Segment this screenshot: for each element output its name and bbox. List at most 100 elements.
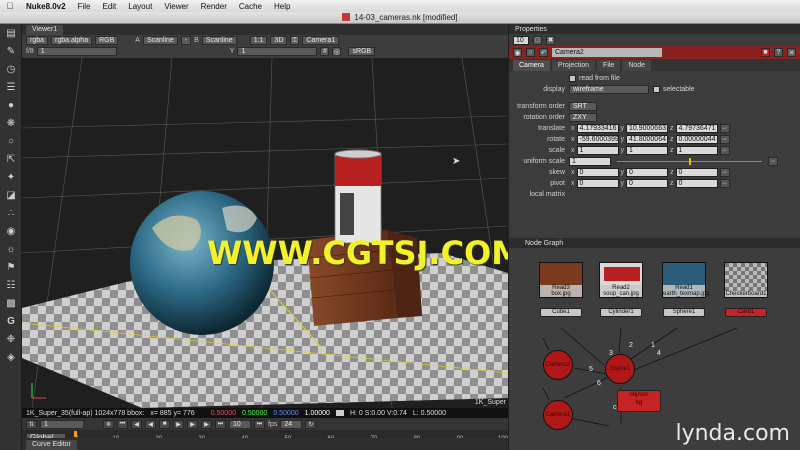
display-dropdown[interactable]: wireframe [569,85,649,94]
node-color-icon[interactable]: ■ [761,48,770,57]
camera-dropdown[interactable]: Camera1 [302,36,340,45]
apple-icon[interactable]:  [0,1,20,11]
snowflake-icon[interactable]: ❄ [103,419,114,429]
last-frame-icon[interactable]: ⏭ [215,419,226,429]
skew-z-field[interactable]: 0 [675,168,718,177]
viewer-3d-viewport[interactable]: WWW.CGTSJ.COM 1K_Super ➤ [22,58,508,408]
local-matrix-label[interactable]: local matrix [509,191,569,198]
scale-x-field[interactable]: 1 [576,146,619,155]
prev-keyframe-icon[interactable]: ◀ [131,419,142,429]
rotate-y-field[interactable]: 41.8000064 [626,135,668,144]
read1-thumbnail[interactable]: Read1 earth_texmap.jpg [662,262,709,298]
filter-tool-icon[interactable]: ❋ [0,114,22,132]
channel-tool-icon[interactable]: ☰ [0,78,22,96]
sphere1-node[interactable]: Sphere1 [663,308,705,317]
rotate-z-field[interactable]: 0.00000044 [675,135,718,144]
transform-tool-icon[interactable]: ✦ [0,168,22,186]
menu-help[interactable]: Help [268,2,296,11]
grid-icon[interactable]: # [320,47,330,56]
menu-edit[interactable]: Edit [96,2,122,11]
cube1-node[interactable]: Cube1 [540,308,582,317]
app-menu[interactable]: Nuke8.0v2 [20,2,72,11]
zoom-dropdown[interactable]: 1:1 [249,36,268,45]
first-frame-icon[interactable]: ⏮ [117,419,128,429]
frame-step-icon[interactable]: ⇅ [26,419,37,429]
viewer-toggle-icon[interactable]: ◉ [513,48,522,57]
menu-layout[interactable]: Layout [122,2,158,11]
alpha-dropdown[interactable]: rgba.alpha [51,36,93,45]
play-backward-icon[interactable]: ◀ [145,419,156,429]
menu-cache[interactable]: Cache [233,2,268,11]
next-frame-icon[interactable]: ▶ [187,419,198,429]
skew-x-field[interactable]: 0 [576,168,619,177]
draw-tool-icon[interactable]: ✎ [0,42,22,60]
card1-node[interactable]: Card1 [725,308,767,317]
transform-order-dropdown[interactable]: SRT [569,102,597,111]
uniform-scale-animation-icon[interactable]: ∽ [768,157,778,166]
tab-curve-editor[interactable]: Curve Editor [26,440,77,450]
selectable-checkbox[interactable] [653,86,660,93]
fps-field[interactable]: 24 [280,419,303,429]
help-icon[interactable]: ? [774,48,783,57]
translate-x-field[interactable]: 4.17933416 [576,124,619,133]
skew-y-field[interactable]: 0 [626,168,668,177]
pivot-y-field[interactable]: 0 [626,179,668,188]
translate-y-field[interactable]: 10.9000663 [626,124,668,133]
views-tool-icon[interactable]: ☼ [0,240,22,258]
uniform-scale-field[interactable]: 1 [569,157,611,166]
particles-tool-icon[interactable]: ∴ [0,204,22,222]
read-from-file-checkbox[interactable] [569,75,576,82]
play-forward-icon[interactable]: ▶ [173,419,184,429]
pivot-animation-icon[interactable]: ∽ [719,179,730,188]
skip-icon[interactable]: ⏭ [254,419,265,429]
gamma-field[interactable]: 1 [237,47,318,56]
close-all-icon[interactable]: ✖ [546,35,555,45]
pivot-x-field[interactable]: 0 [576,179,619,188]
input-a-dropdown[interactable]: Scanline [142,36,178,45]
tab-camera[interactable]: Camera [513,60,550,71]
image-tool-icon[interactable]: ▤ [0,24,22,42]
merge-tool-icon[interactable]: ⇱ [0,150,22,168]
other-tool-icon[interactable]: ▩ [0,294,22,312]
view-mode-dropdown[interactable]: 3D [270,36,288,45]
channels-dropdown[interactable]: rgba [26,36,49,45]
float-panel-icon[interactable]: □ [533,35,542,45]
fstop-field[interactable]: 1 [36,47,117,56]
menu-viewer[interactable]: Viewer [158,2,194,11]
cylinder1-node[interactable]: Cylinder1 [600,308,642,317]
loop-icon[interactable]: ↻ [305,419,317,429]
read3-thumbnail[interactable]: Read3 box.jpg [539,262,583,298]
rotate-x-field[interactable]: -59.6000399 [576,135,619,144]
time-tool-icon[interactable]: ◷ [0,60,22,78]
close-panel-icon[interactable]: ✕ [787,48,796,57]
rotation-order-dropdown[interactable]: ZXY [569,113,597,122]
tab-file[interactable]: File [597,60,621,71]
next-keyframe-icon[interactable]: ▶ [201,419,212,429]
tab-projection[interactable]: Projection [551,60,596,71]
menu-render[interactable]: Render [195,2,233,11]
current-frame-field[interactable]: 1 [40,419,84,429]
frame-increment-field[interactable]: 10 [229,419,251,429]
menu-file[interactable]: File [72,2,97,11]
undo-icon[interactable]: ↶ [539,48,548,57]
camera1-node[interactable]: Camera1 [543,400,573,430]
translate-z-field[interactable]: 4.79736471 [675,124,718,133]
toolsets-tool-icon[interactable]: ☷ [0,276,22,294]
metadata-tool-icon[interactable]: ⚑ [0,258,22,276]
camera2-node[interactable]: Camera2 [543,350,573,380]
target-icon[interactable]: ◎ [332,47,342,56]
3d-tool-icon[interactable]: ◪ [0,186,22,204]
tab-viewer1[interactable]: Viewer1 [26,25,64,35]
slider-handle[interactable] [689,158,691,165]
gizmo-tool-icon[interactable]: G [0,312,22,330]
scale-y-field[interactable]: 1 [626,146,668,155]
rotate-animation-icon[interactable]: ∽ [719,135,730,144]
compare-mode-dropdown[interactable]: - [180,36,192,45]
max-panels-field[interactable]: 10 [513,35,529,45]
pivot-z-field[interactable]: 0 [675,179,718,188]
deep-tool-icon[interactable]: ◉ [0,222,22,240]
center-node-icon[interactable]: ○ [526,48,535,57]
scene1-node[interactable]: Scene1 [605,354,635,384]
lock-icon[interactable]: ⚿ [290,36,300,45]
tab-node[interactable]: Node [622,60,652,71]
